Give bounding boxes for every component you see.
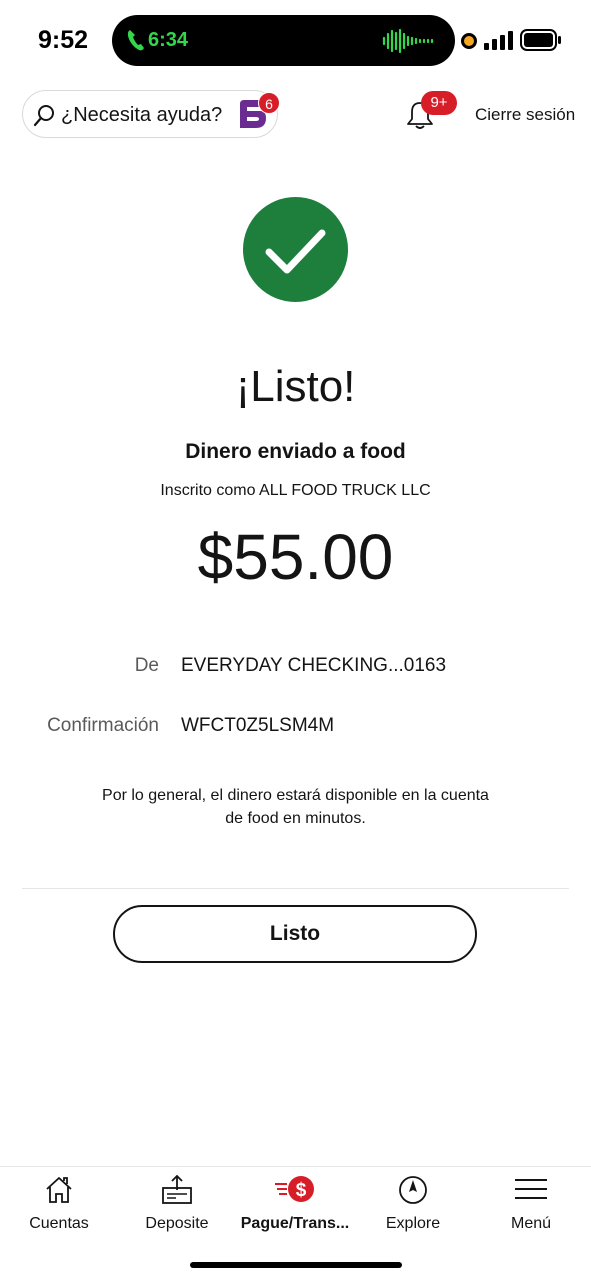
compass-icon: [399, 1176, 427, 1204]
status-time: 9:52: [38, 26, 89, 54]
nav-label-accounts: Cuentas: [29, 1215, 89, 1232]
nav-label-deposit: Deposite: [145, 1215, 209, 1232]
dynamic-island[interactable]: 6:34: [112, 15, 455, 66]
pay-transfer-icon: $: [275, 1176, 314, 1202]
notification-count-badge: 9+: [421, 91, 457, 115]
deposit-icon: [162, 1175, 192, 1204]
menu-icon: [515, 1179, 547, 1199]
success-subtitle: Dinero enviado a food: [185, 440, 406, 463]
status-bar: 9:52 6:34: [0, 0, 591, 80]
confirmation-label: Confirmación: [47, 715, 159, 736]
success-title: ¡Listo!: [235, 362, 356, 411]
logout-link[interactable]: Cierre sesión: [475, 105, 575, 125]
phone-icon: [127, 30, 144, 51]
nav-label-pay-transfer: Pague/Trans...: [240, 1215, 350, 1232]
recipient-enrolled-as: Inscrito como ALL FOOD TRUCK LLC: [160, 482, 431, 499]
done-button[interactable]: Listo: [113, 905, 477, 963]
svg-text:$: $: [296, 1180, 307, 1201]
nav-label-explore: Explore: [385, 1215, 441, 1232]
audio-wave-icon: [382, 28, 434, 54]
nav-item-explore[interactable]: Explore: [354, 1167, 472, 1247]
transfer-amount: $55.00: [197, 521, 394, 593]
home-indicator[interactable]: [190, 1262, 402, 1268]
confirmation-number-value: WFCT0Z5LSM4M: [181, 715, 335, 736]
call-timer: 6:34: [148, 29, 189, 51]
nav-item-pay-transfer[interactable]: $ Pague/Trans...: [236, 1167, 354, 1247]
nav-label-menu: Menú: [510, 1215, 552, 1232]
fargo-notification-badge: 6: [258, 92, 280, 114]
nav-item-deposit[interactable]: Deposite: [118, 1167, 236, 1247]
recording-indicator-icon: [461, 33, 477, 49]
availability-note: Por lo general, el dinero estará disponi…: [102, 787, 489, 827]
search-placeholder: ¿Necesita ayuda?: [61, 104, 223, 126]
nav-item-menu[interactable]: Menú: [472, 1167, 590, 1247]
success-check-icon: [243, 197, 348, 302]
home-icon: [46, 1177, 72, 1203]
from-account-value: EVERYDAY CHECKING...0163: [181, 655, 447, 676]
battery-icon: [520, 29, 561, 51]
divider: [22, 888, 569, 889]
nav-item-accounts[interactable]: Cuentas: [0, 1167, 118, 1247]
from-label: De: [134, 655, 159, 676]
search-icon: [33, 105, 54, 127]
cellular-signal-icon: [484, 31, 513, 50]
